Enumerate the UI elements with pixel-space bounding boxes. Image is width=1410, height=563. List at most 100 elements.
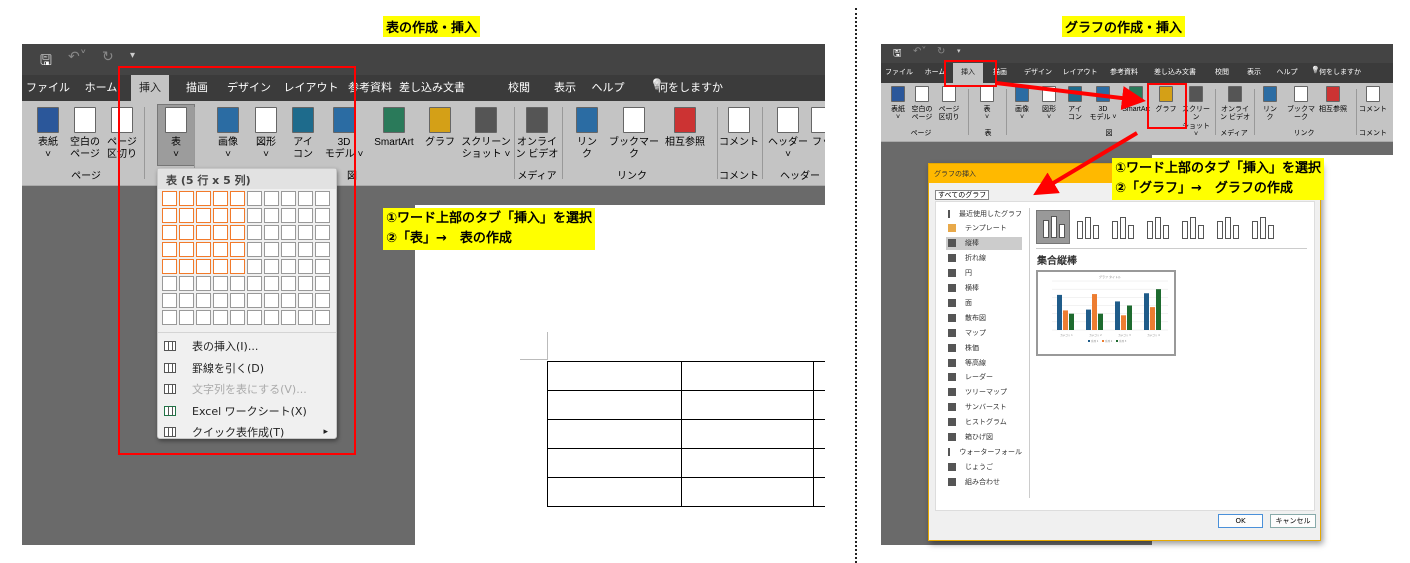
ribbon-button-label[interactable]: オンライ ン ビデオ (514, 137, 560, 161)
grid-cell[interactable] (281, 242, 296, 257)
grid-cell[interactable] (298, 225, 313, 240)
grid-cell[interactable] (213, 276, 228, 291)
grid-cell[interactable] (281, 225, 296, 240)
grid-cell[interactable] (264, 293, 279, 308)
tab-6[interactable]: 参考資料 (1110, 67, 1138, 77)
chart-type-18[interactable]: 組み合わせ (946, 475, 1022, 488)
grid-cell[interactable] (162, 208, 177, 223)
menu-item-0[interactable]: 表の挿入(I)... (158, 336, 336, 356)
grid-cell[interactable] (162, 225, 177, 240)
table-cell[interactable] (681, 390, 814, 420)
ribbon-button-label[interactable]: 表 ˅ (976, 106, 998, 123)
undo-icon[interactable]: ↶˅ (913, 46, 926, 57)
table-cell[interactable] (813, 448, 825, 478)
grid-cell[interactable] (264, 259, 279, 274)
ribbon-button-label[interactable]: ページ 区切り (104, 137, 140, 161)
grid-cell[interactable] (196, 208, 211, 223)
table-cell[interactable] (813, 361, 825, 391)
table-cell[interactable] (681, 477, 814, 507)
tab-4[interactable]: デザイン (227, 79, 271, 95)
ribbon-button-icon[interactable] (674, 107, 696, 133)
ribbon-button-icon[interactable] (292, 107, 314, 133)
table-cell[interactable] (813, 419, 825, 449)
column-subtype-4[interactable] (1176, 210, 1210, 244)
tab-11[interactable]: 何をしますか (1319, 67, 1361, 77)
ribbon-button-icon[interactable] (165, 107, 187, 133)
grid-cell[interactable] (315, 225, 330, 240)
grid-cell[interactable] (230, 208, 245, 223)
column-subtype-5[interactable] (1211, 210, 1245, 244)
tab-all-charts[interactable]: すべてのグラフ (935, 190, 990, 200)
grid-cell[interactable] (315, 208, 330, 223)
ribbon-button-label[interactable]: グラフ (1153, 106, 1179, 114)
chart-type-4[interactable]: 円 (946, 267, 1022, 280)
ribbon-button-label[interactable]: ヘッダー ˅ (766, 137, 810, 161)
ribbon-button-icon[interactable] (1189, 86, 1203, 102)
grid-cell[interactable] (247, 293, 262, 308)
ribbon-button-label[interactable]: オンライ ン ビデオ (1218, 106, 1252, 123)
chart-type-6[interactable]: 面 (946, 296, 1022, 309)
tab-10[interactable]: ヘルプ (1277, 67, 1298, 77)
ribbon-button-icon[interactable] (383, 107, 405, 133)
chart-type-8[interactable]: マップ (946, 326, 1022, 339)
column-subtype-1[interactable] (1071, 210, 1105, 244)
grid-cell[interactable] (315, 276, 330, 291)
grid-cell[interactable] (247, 310, 262, 325)
ribbon-button-icon[interactable] (37, 107, 59, 133)
grid-cell[interactable] (196, 310, 211, 325)
menu-item-4[interactable]: クイック表作成(T) ▸ (158, 422, 336, 442)
ribbon-button-label[interactable]: アイ コン (1063, 106, 1087, 123)
tab-3[interactable]: 描画 (186, 79, 208, 95)
ribbon-button-icon[interactable] (475, 107, 497, 133)
tab-7[interactable]: 差し込み文書 (1154, 67, 1196, 77)
tab-0[interactable]: ファイル (26, 79, 70, 95)
ribbon-button-label[interactable]: 相互参照 (1318, 106, 1348, 114)
ribbon-button-icon[interactable] (1326, 86, 1340, 102)
grid-cell[interactable] (298, 259, 313, 274)
grid-cell[interactable] (230, 293, 245, 308)
tab-1[interactable]: ホーム (85, 79, 118, 95)
table-cell[interactable] (547, 419, 682, 449)
table-cell[interactable] (547, 448, 682, 478)
grid-cell[interactable] (213, 242, 228, 257)
customize-toolbar-icon[interactable]: ▾ (130, 50, 135, 61)
ribbon-button-icon[interactable] (255, 107, 277, 133)
tab-2[interactable]: 挿入 (953, 63, 983, 83)
grid-cell[interactable] (213, 225, 228, 240)
grid-cell[interactable] (247, 225, 262, 240)
ribbon-button-icon[interactable] (576, 107, 598, 133)
ribbon-button-icon[interactable] (891, 86, 905, 102)
grid-cell[interactable] (179, 293, 194, 308)
ribbon-button-label[interactable]: 空白の ページ (67, 137, 103, 161)
ribbon-button-icon[interactable] (1042, 86, 1056, 102)
grid-cell[interactable] (281, 208, 296, 223)
grid-cell[interactable] (315, 259, 330, 274)
chart-type-0[interactable]: 最近使用したグラフ (946, 207, 1022, 220)
ribbon-button-icon[interactable] (811, 107, 825, 133)
column-subtype-6[interactable] (1246, 210, 1280, 244)
grid-cell[interactable] (264, 208, 279, 223)
grid-cell[interactable] (196, 225, 211, 240)
grid-cell[interactable] (230, 310, 245, 325)
ribbon-button-icon[interactable] (942, 86, 956, 102)
chart-type-2[interactable]: 縦棒 (946, 236, 1022, 250)
ribbon-button-label[interactable]: 表紙 ˅ (887, 106, 909, 123)
ok-button[interactable]: OK (1218, 514, 1263, 528)
grid-cell[interactable] (179, 310, 194, 325)
customize-toolbar-icon[interactable]: ▾ (957, 47, 961, 55)
grid-cell[interactable] (264, 191, 279, 206)
grid-cell[interactable] (281, 276, 296, 291)
grid-cell[interactable] (315, 293, 330, 308)
grid-cell[interactable] (230, 225, 245, 240)
chart-type-5[interactable]: 横棒 (946, 282, 1022, 295)
grid-cell[interactable] (213, 259, 228, 274)
tab-1[interactable]: ホーム (925, 67, 946, 77)
grid-cell[interactable] (264, 225, 279, 240)
grid-cell[interactable] (298, 208, 313, 223)
ribbon-button-label[interactable]: ブックマーク (1284, 106, 1318, 123)
chart-type-12[interactable]: ツリーマップ (946, 386, 1022, 399)
ribbon-button-label[interactable]: スクリーン ショット ˅ (1180, 106, 1212, 140)
table-cell[interactable] (681, 448, 814, 478)
tab-10[interactable]: ヘルプ (592, 79, 625, 95)
ribbon-button-icon[interactable] (333, 107, 355, 133)
